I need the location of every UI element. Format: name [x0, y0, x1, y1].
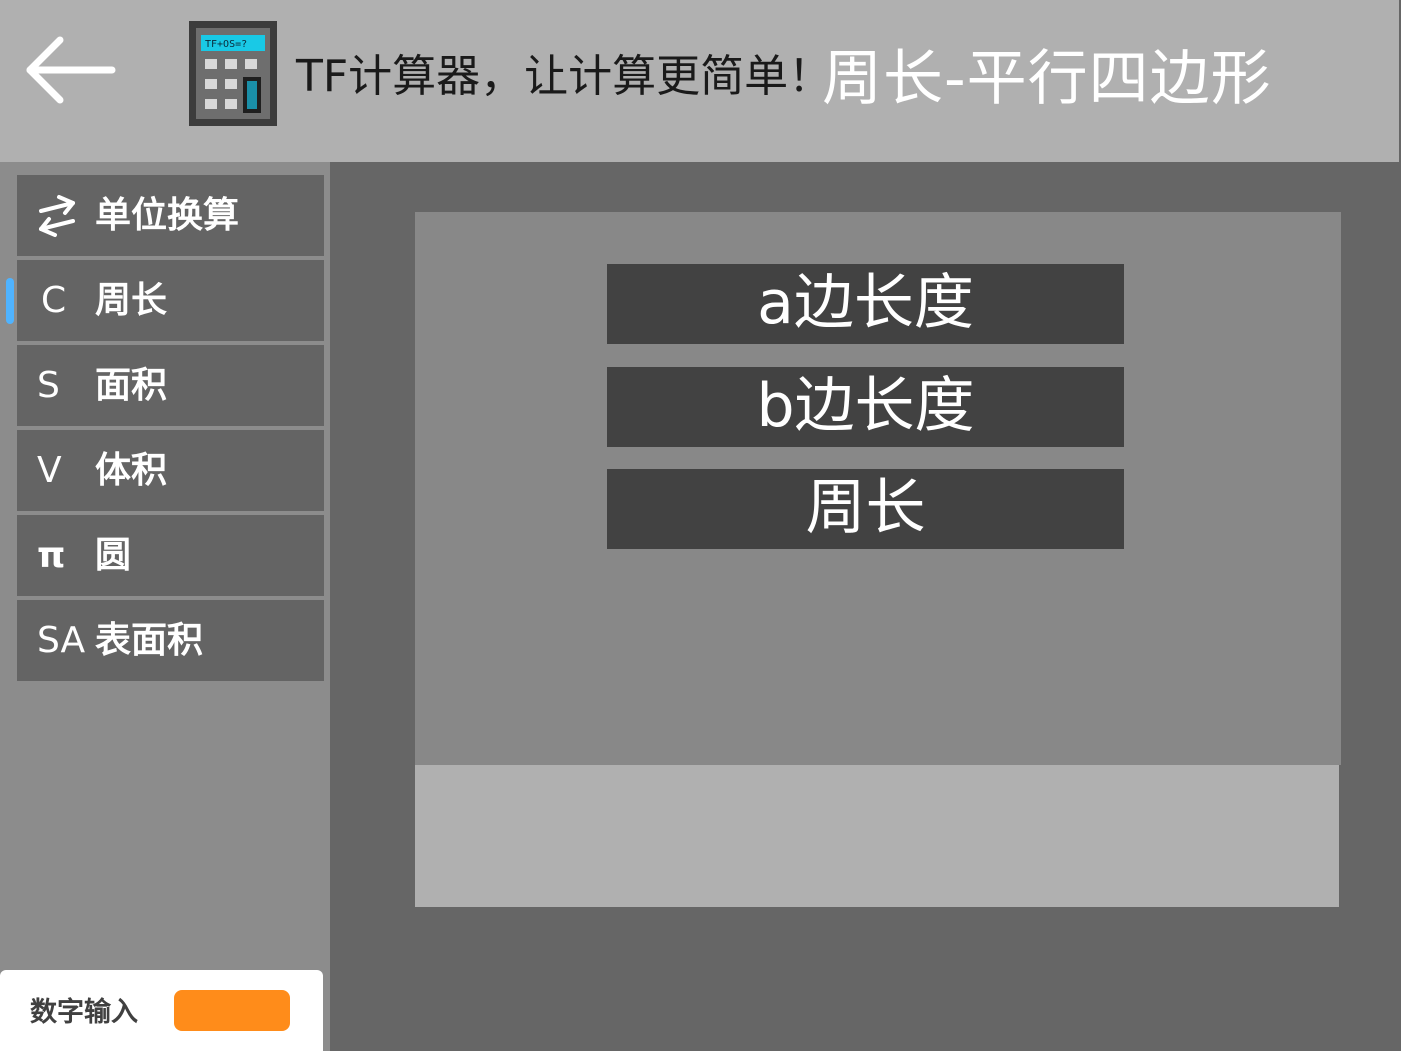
pi-icon: π [37, 535, 66, 576]
area-s-icon: S [37, 365, 60, 406]
side-b-length-input[interactable]: b边长度 [607, 367, 1124, 447]
side-a-length-input[interactable]: a边长度 [607, 264, 1124, 344]
back-button[interactable] [22, 34, 118, 106]
sidebar-item-label: 表面积 [95, 620, 204, 661]
result-area [415, 765, 1339, 907]
numpad-input-toggle[interactable] [174, 990, 290, 1031]
active-nav-indicator [6, 278, 14, 324]
calculator-screen-text: TF+OS=? [205, 39, 247, 50]
sidebar-item-area[interactable]: S 面积 [17, 345, 324, 426]
volume-v-icon: V [37, 450, 62, 491]
sidebar-item-circle[interactable]: π 圆 [17, 515, 324, 596]
sidebar-item-label: 体积 [95, 450, 168, 491]
sidebar-item-label: 单位换算 [95, 195, 240, 236]
sidebar-item-volume[interactable]: V 体积 [17, 430, 324, 511]
app-title: TF计算器，让计算更简单！ [296, 51, 833, 102]
sidebar-item-surface-area[interactable]: SA 表面积 [17, 600, 324, 681]
surface-area-sa-icon: SA [37, 620, 86, 661]
sidebar-item-label: 周长 [95, 280, 168, 321]
perimeter-result-field[interactable]: 周长 [607, 469, 1124, 549]
title-bar: TF+OS=? TF计算器，让计算更简单！ 周长-平行四边形 [0, 0, 1399, 162]
circumference-c-icon: C [41, 280, 67, 321]
page-title: 周长-平行四边形 [822, 44, 1272, 114]
sidebar-item-label: 面积 [95, 365, 168, 406]
back-arrow-icon [26, 36, 116, 104]
numpad-input-label: 数字输入 [30, 997, 138, 1028]
convert-arrows-icon [37, 175, 77, 256]
sidebar-item-label: 圆 [95, 535, 132, 576]
sidebar-item-unit-conversion[interactable]: 单位换算 [17, 175, 324, 256]
calculator-app-icon: TF+OS=? [189, 21, 277, 126]
sidebar-item-circumference[interactable]: C 周长 [17, 260, 324, 341]
